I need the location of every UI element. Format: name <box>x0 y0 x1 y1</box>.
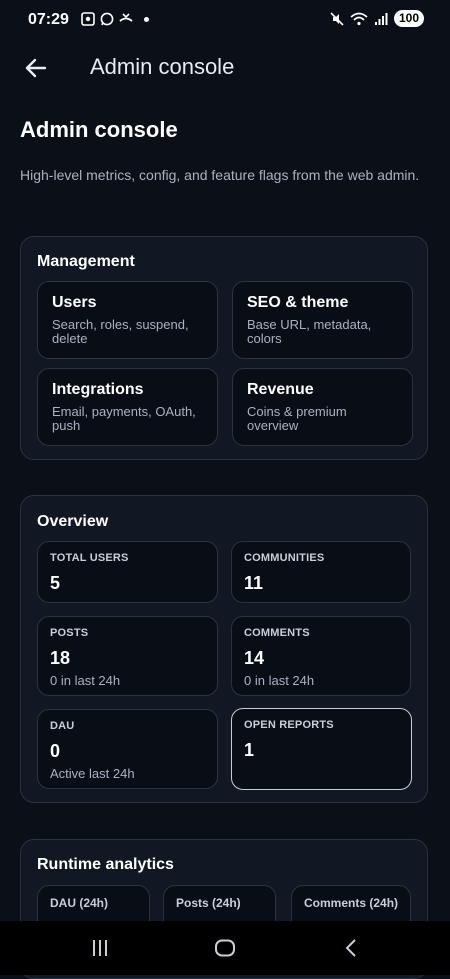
stat-label: COMMUNITIES <box>244 552 325 564</box>
stat-open-reports[interactable]: OPEN REPORTS 1 <box>231 708 412 790</box>
tile-title: SEO & theme <box>247 294 349 311</box>
stat-label: COMMENTS <box>244 627 310 639</box>
stat-label: POSTS <box>50 627 89 639</box>
users-tile[interactable]: Users Search, roles, suspend, delete <box>37 281 218 359</box>
stat-label: Posts (24h) <box>176 896 241 910</box>
page-description: High-level metrics, config, and feature … <box>20 167 420 183</box>
stat-dau[interactable]: DAU 0 Active last 24h <box>37 709 218 789</box>
stat-value: 11 <box>244 573 264 593</box>
revenue-tile[interactable]: Revenue Coins & premium overview <box>232 368 413 446</box>
stat-value: 0 <box>50 741 61 761</box>
screenshot-icon <box>81 12 95 26</box>
tile-subtitle: Coins & premium overview <box>247 404 347 433</box>
overview-title: Overview <box>37 513 109 530</box>
home-icon <box>215 939 235 957</box>
overview-card: Overview TOTAL USERS 5 COMMUNITIES 11 PO… <box>20 495 428 803</box>
whatsapp-icon <box>100 12 114 26</box>
battery-indicator: 100 <box>393 10 424 27</box>
app-bar: Admin console <box>0 40 450 96</box>
tile-title: Revenue <box>247 381 314 398</box>
mute-icon <box>330 11 344 26</box>
stat-label: TOTAL USERS <box>50 552 129 564</box>
missed-call-icon <box>119 13 133 22</box>
stat-label: DAU (24h) <box>50 896 109 910</box>
home-button[interactable] <box>210 935 240 961</box>
tile-title: Integrations <box>52 381 144 398</box>
stat-subtext: Active last 24h <box>50 766 135 781</box>
stat-value: 1 <box>244 740 255 760</box>
stat-label: DAU <box>50 720 75 732</box>
system-back-button[interactable] <box>336 935 366 961</box>
arrow-left-icon <box>25 58 47 78</box>
stat-value: 18 <box>50 648 71 668</box>
runtime-analytics-title: Runtime analytics <box>37 856 174 873</box>
stat-posts[interactable]: POSTS 18 0 in last 24h <box>37 616 218 696</box>
stat-value: 5 <box>50 573 61 593</box>
stat-communities[interactable]: COMMUNITIES 11 <box>231 541 411 603</box>
stat-subtext: 0 in last 24h <box>244 673 315 688</box>
back-button[interactable] <box>20 52 52 84</box>
stat-label: Comments (24h) <box>304 896 399 910</box>
signal-icon <box>374 12 388 25</box>
recent-apps-icon <box>93 940 107 956</box>
management-title: Management <box>37 253 135 270</box>
tile-title: Users <box>52 294 97 311</box>
status-system-icons: 100 <box>330 10 424 27</box>
stat-total-users[interactable]: TOTAL USERS 5 <box>37 541 218 603</box>
status-time: 07:29 <box>28 11 69 28</box>
tile-subtitle: Email, payments, OAuth, push <box>52 404 196 433</box>
stat-comments[interactable]: COMMENTS 14 0 in last 24h <box>231 616 411 696</box>
recent-apps-button[interactable] <box>85 935 115 961</box>
stat-value: 14 <box>244 648 265 668</box>
back-chevron-icon <box>345 939 356 957</box>
integrations-tile[interactable]: Integrations Email, payments, OAuth, pus… <box>37 368 218 446</box>
stat-subtext: 0 in last 24h <box>50 673 121 688</box>
seo-theme-tile[interactable]: SEO & theme Base URL, metadata, colors <box>232 281 413 359</box>
tile-subtitle: Search, roles, suspend, delete <box>52 317 189 346</box>
tile-subtitle: Base URL, metadata, colors <box>247 317 372 346</box>
page-title: Admin console <box>20 117 178 142</box>
system-navigation-bar <box>0 921 450 975</box>
management-card: Management Users Search, roles, suspend,… <box>20 236 428 460</box>
status-bar: 07:29 100 <box>0 0 450 40</box>
status-notification-icons <box>81 12 149 26</box>
notification-dot-icon <box>144 16 149 22</box>
app-bar-title: Admin console <box>90 54 235 79</box>
wifi-icon <box>350 12 368 25</box>
stat-label: OPEN REPORTS <box>244 719 334 731</box>
